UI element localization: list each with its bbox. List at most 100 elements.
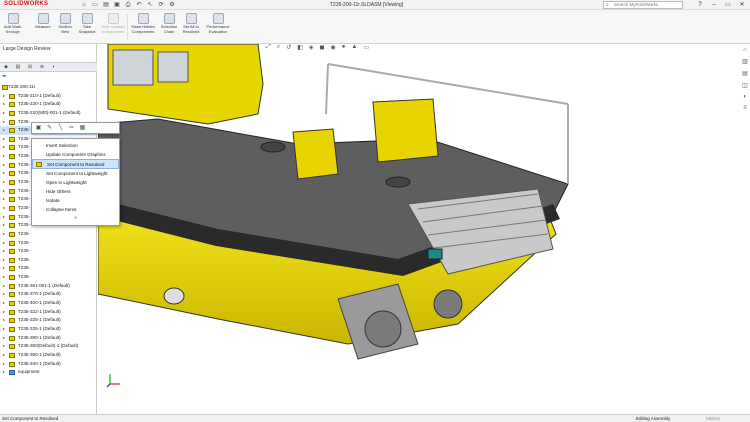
set-all-resolved-button[interactable]: Set All to Resolved [180,13,202,34]
expand-arrow-icon[interactable]: ▸ [3,290,5,299]
context-menu-item[interactable]: Collapse Items [32,205,119,214]
print-icon[interactable]: ⎙ [124,1,132,9]
performance-evaluation-button[interactable]: Performance Evaluation [204,13,232,34]
maximize-icon[interactable]: ▭ [724,1,732,9]
show-hidden-button[interactable]: Show Hidden Components [130,13,156,34]
context-menu-item[interactable]: Hide Others [32,187,119,196]
close-icon[interactable]: ✕ [738,1,746,9]
dimxpert-tab-icon[interactable]: ⊕ [36,63,48,72]
display-tab-icon[interactable]: ◐ [48,63,60,72]
section-icon[interactable]: ◧ [297,44,303,51]
tree-component[interactable]: ▸ T235-340-1 (Default) [0,360,97,369]
expand-menu-chevron[interactable]: » [32,215,119,222]
options-gear-icon[interactable]: ⚙ [168,1,176,9]
expand-arrow-icon[interactable]: ▸ [3,213,5,222]
context-menu-item[interactable]: Open in Lightweight [32,178,119,187]
feature-tree-tab-icon[interactable]: ◆ [0,63,12,72]
open-folder-icon[interactable]: ▤ [102,1,110,9]
context-menu-item[interactable]: Isolate [32,196,119,205]
expand-arrow-icon[interactable]: ▸ [3,273,5,282]
tree-root-assembly[interactable]: T235-200-11r [0,83,97,92]
take-snapshot-button[interactable]: Take Snapshot [76,13,98,34]
expand-arrow-icon[interactable]: ▸ [3,126,5,135]
help-icon[interactable]: ? [696,1,704,9]
tree-component[interactable]: ▸ T235-210-1 (Default) [0,92,97,101]
tree-component[interactable]: ▸ T235-390-1 (Default) [0,334,97,343]
previous-view-icon[interactable]: ↺ [286,44,291,51]
appearances-icon[interactable]: ◐ [743,94,747,100]
expand-arrow-icon[interactable]: ▸ [3,230,5,239]
tree-component[interactable]: ▸ T235- [0,256,97,265]
tree-component[interactable]: ▸ T235-335-1 (Default) [0,325,97,334]
expand-arrow-icon[interactable]: ▸ [3,161,5,170]
view-orientation-icon[interactable]: ◈ [309,44,314,51]
expand-arrow-icon[interactable]: ▸ [3,368,5,377]
tree-component[interactable]: ▸ T235-325-1 (Default) [0,316,97,325]
resources-icon[interactable]: ⌂ [743,47,747,53]
expand-arrow-icon[interactable]: ▸ [3,152,5,161]
tree-component[interactable]: ▸ T235-370-1 (Default) [0,290,97,299]
expand-arrow-icon[interactable]: ▸ [3,299,5,308]
add-walkthrough-button[interactable]: Add Walk-through [2,13,24,34]
tree-component[interactable]: ▸ T235-350(Default)-1 (Default) [0,342,97,351]
tree-component[interactable]: ▸ T235- [0,264,97,273]
expand-arrow-icon[interactable]: ▸ [3,178,5,187]
context-menu-item[interactable]: Set Component to Lightweight [32,169,119,178]
expand-arrow-icon[interactable]: ▸ [3,135,5,144]
context-menu-item[interactable]: Invert Selection [32,141,119,150]
context-menu-item[interactable]: Set Component to Resolved [32,159,119,169]
graphics-area[interactable]: ⤢ ⌕ ↺ ◧ ◈ ◼ ◉ ● ▲ ▭ ⌂ ▥ ▤ ◫ ◐ ≡ [98,44,750,414]
home-icon[interactable]: ⌂ [80,1,88,9]
minimize-icon[interactable]: – [710,1,718,9]
hide-components-icon[interactable]: ╲ [57,125,64,132]
expand-arrow-icon[interactable]: ▸ [3,256,5,265]
expand-arrow-icon[interactable]: ▸ [3,109,5,118]
rebuild-icon[interactable]: ✎ [46,125,53,132]
expand-arrow-icon[interactable]: ▸ [3,169,5,178]
custom-properties-icon[interactable]: ≡ [743,105,747,111]
expand-arrow-icon[interactable]: ▸ [3,221,5,230]
zoom-area-icon[interactable]: ⌕ [277,44,280,51]
design-library-icon[interactable]: ▥ [742,58,748,65]
appearance-icon[interactable]: ✑ [68,125,75,132]
expand-arrow-icon[interactable]: ▸ [3,187,5,196]
tree-component[interactable]: ▸ T235-220(500)-001-1 (Default) [0,109,97,118]
tree-component[interactable]: ▸ T235-220-1 (Default) [0,100,97,109]
unit-system[interactable]: MMGS [706,415,720,422]
expand-arrow-icon[interactable]: ▸ [3,308,5,317]
section-view-button[interactable]: Section View [54,13,76,34]
expand-arrow-icon[interactable]: ▸ [3,316,5,325]
zoom-to-fit-icon[interactable]: ⤢ [266,44,271,51]
properties-icon[interactable]: ▦ [79,125,86,132]
file-explorer-icon[interactable]: ▤ [742,70,748,77]
property-tab-icon[interactable]: ▤ [12,63,24,72]
tree-component[interactable]: ▸ T235- [0,230,97,239]
expand-arrow-icon[interactable]: ▸ [3,239,5,248]
tree-component[interactable]: ▸ T235- [0,239,97,248]
save-icon[interactable]: ▣ [113,1,121,9]
app-logo[interactable]: SOLIDWORKS [4,1,48,7]
tree-component[interactable]: ▸ T235- [0,247,97,256]
selection-chain-button[interactable]: Selection Chain [158,13,180,34]
expand-arrow-icon[interactable]: ▸ [3,264,5,273]
expand-arrow-icon[interactable]: ▸ [3,195,5,204]
tree-component[interactable]: ▸ T235-361-001-1 (Default) [0,282,97,291]
expand-arrow-icon[interactable]: ▸ [3,342,5,351]
scene-icon[interactable]: ▲ [351,44,357,51]
measure-button[interactable]: Measure [32,13,54,30]
view-palette-icon[interactable]: ◫ [742,82,748,89]
tree-component[interactable]: ▸ T235-400-1 (Default) [0,299,97,308]
expand-arrow-icon[interactable]: ▸ [3,143,5,152]
expand-arrow-icon[interactable]: ▸ [3,334,5,343]
expand-arrow-icon[interactable]: ▸ [3,325,5,334]
context-menu-item[interactable]: Update Component Graphics [32,150,119,159]
tree-component[interactable]: ▸ T235- [0,273,97,282]
tree-component[interactable]: ▸ T235-322-1 (Default) [0,308,97,317]
expand-arrow-icon[interactable]: ▸ [3,360,5,369]
hide-isolated-button[interactable]: Hide Isolated Components [100,13,126,34]
expand-arrow-icon[interactable]: ▸ [3,282,5,291]
expand-arrow-icon[interactable]: ▸ [3,100,5,109]
pointer-icon[interactable]: ↖ [146,1,154,9]
expand-arrow-icon[interactable]: ▸ [3,118,5,127]
appearance-icon[interactable]: ● [342,44,346,51]
